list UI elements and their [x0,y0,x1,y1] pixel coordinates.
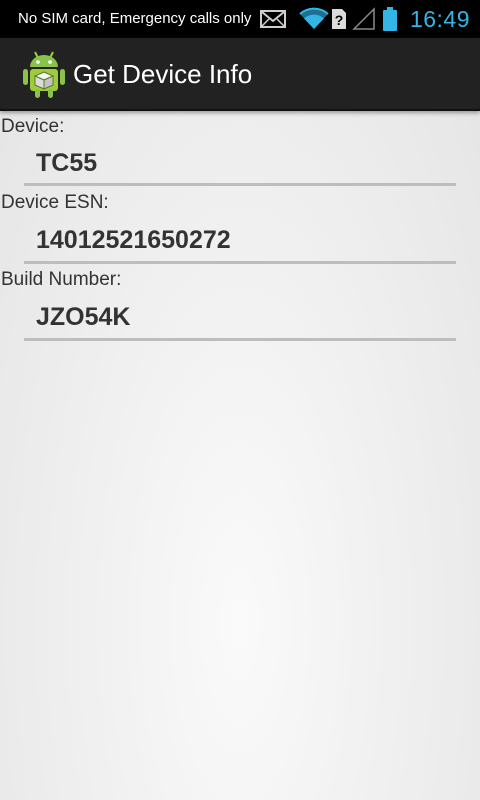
build-number-label: Build Number: [1,269,122,290]
device-esn-value[interactable]: 14012521650272 [36,225,231,255]
build-number-value-underline [24,338,456,341]
svg-text:?: ? [335,12,344,28]
device-label: Device: [1,116,65,137]
carrier-status-text: No SIM card, Emergency calls only [18,10,252,27]
app-title: Get Device Info [73,59,253,89]
battery-icon [381,6,399,31]
android-app-icon[interactable] [22,49,66,99]
action-bar: Get Device Info [0,38,480,111]
status-clock: 16:49 [409,6,470,32]
device-value[interactable]: TC55 [36,148,97,178]
build-number-value[interactable]: JZO54K [36,302,130,332]
device-esn-label: Device ESN: [1,192,109,213]
signal-icon [352,7,376,31]
status-bar: No SIM card, Emergency calls only ? 16:4… [0,0,480,38]
gmail-icon [260,7,286,31]
no-sim-icon: ? [330,7,348,31]
wifi-icon [298,5,330,29]
device-esn-value-underline [24,261,456,264]
device-value-underline [24,183,456,186]
